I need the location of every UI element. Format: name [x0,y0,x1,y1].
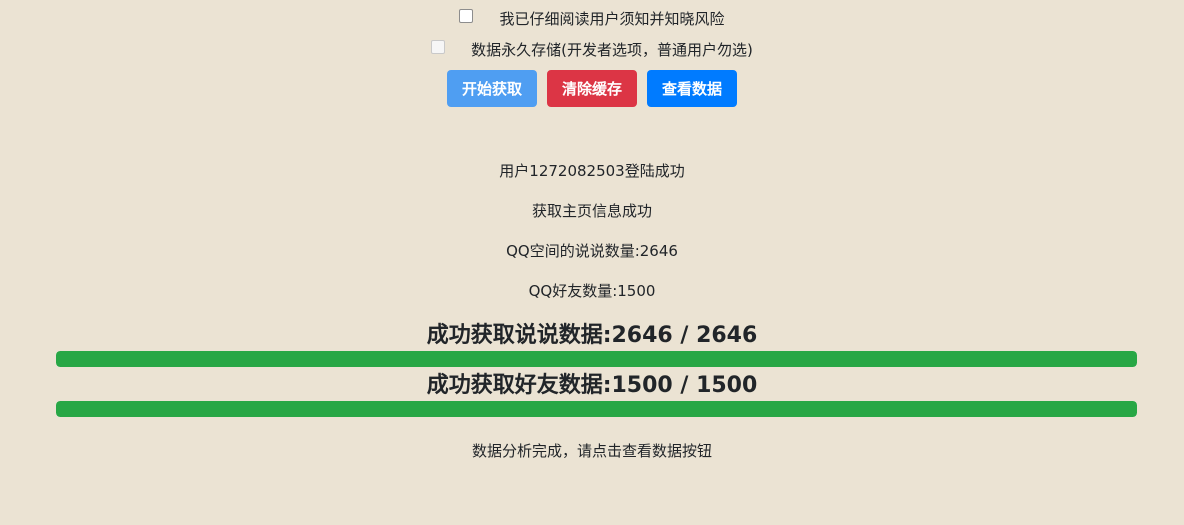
log-shuoshuo-count: QQ空间的说说数量:2646 [506,242,678,260]
start-fetch-button[interactable]: 开始获取 [447,70,537,107]
shuoshuo-progress-title: 成功获取说说数据:2646 / 2646 [426,323,758,348]
action-buttons: 开始获取 清除缓存 查看数据 [0,70,1184,107]
read-notice-row: 我已仔细阅读用户须知并知晓风险 [0,6,1184,30]
clear-cache-button[interactable]: 清除缓存 [547,70,637,107]
analysis-done-message: 数据分析完成，请点击查看数据按钮 [471,442,712,460]
log-login-success: 用户1272082503登陆成功 [499,162,685,180]
friends-progress-title: 成功获取好友数据:1500 / 1500 [426,373,758,398]
friends-progress-bar [56,401,1137,417]
shuoshuo-progress-fill [56,351,1137,367]
read-notice-checkbox-wrap[interactable] [459,9,474,27]
persist-label[interactable]: 数据永久存储(开发者选项，普通用户勿选) [471,39,753,60]
read-notice-checkbox[interactable] [459,9,474,23]
view-data-button[interactable]: 查看数据 [647,70,737,107]
persist-checkbox-wrap[interactable] [431,40,446,58]
persist-checkbox[interactable] [431,40,446,54]
shuoshuo-progress-bar [56,351,1137,367]
friends-progress-fill [56,401,1137,417]
log-friend-count: QQ好友数量:1500 [528,282,656,300]
read-notice-label[interactable]: 我已仔细阅读用户须知并知晓风险 [499,8,724,29]
log-homepage-success: 获取主页信息成功 [531,202,652,220]
persist-row: 数据永久存储(开发者选项，普通用户勿选) [0,37,1184,61]
